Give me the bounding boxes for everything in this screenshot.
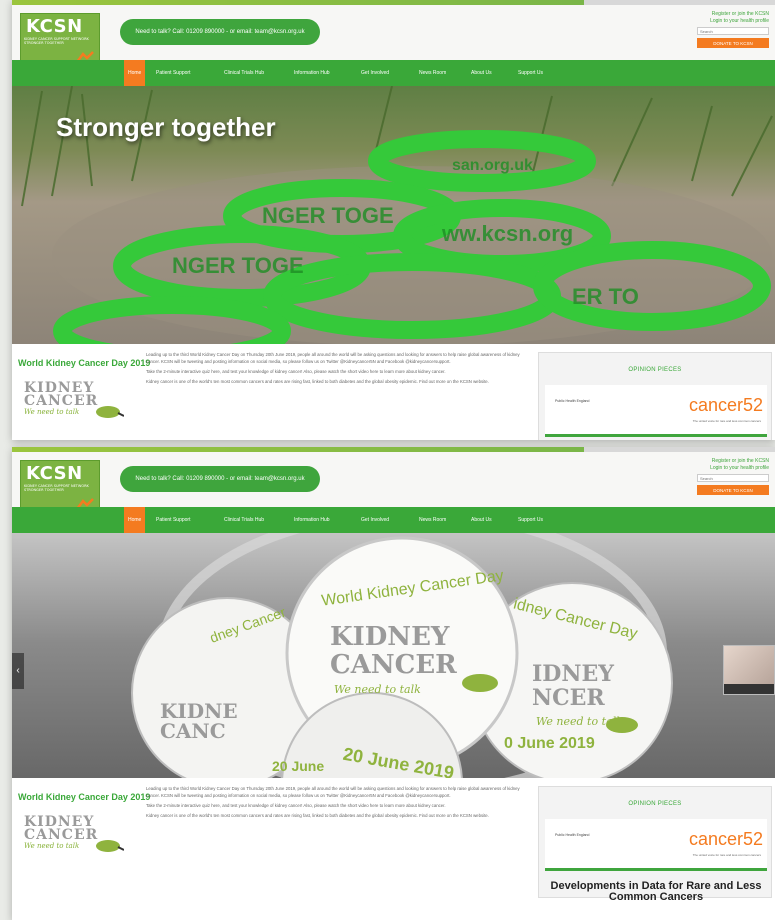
svg-text:ER TO: ER TO [572, 284, 639, 309]
hero-slider[interactable]: NGER TOGE NGER TOGE ww.kcsn.org san.org.… [12, 86, 775, 344]
article-paragraph-3: Kidney cancer is one of the world's ten … [146, 812, 489, 818]
logo-text: KCSN [26, 463, 83, 484]
svg-text:NCER: NCER [532, 685, 605, 711]
thumbnail-caption [724, 684, 774, 694]
nav-information-hub[interactable]: Information Hub [290, 507, 334, 533]
login-link[interactable]: Login to your health profile [689, 465, 769, 472]
kidney-icon [96, 406, 124, 418]
nav-news-room[interactable]: News Room [415, 507, 450, 533]
nav-home[interactable]: Home [124, 60, 146, 86]
kidney-cancer-logo: KIDNEY CANCER We need to talk [24, 815, 124, 872]
opinion-heading: OPINION PIECES [628, 367, 682, 373]
nav-clinical-trials[interactable]: Clinical Trials Hub [220, 507, 268, 533]
website-screenshot-2: KCSN KIDNEY CANCER SUPPORT NETWORK STRON… [12, 447, 775, 920]
svg-text:NGER TOGE: NGER TOGE [262, 203, 394, 228]
content-section: World Kidney Cancer Day 2019 KIDNEY CANC… [12, 778, 775, 903]
site-header: KCSN KIDNEY CANCER SUPPORT NETWORK STRON… [12, 452, 775, 516]
opinion-heading: OPINION PIECES [628, 801, 682, 807]
article-paragraph-3: Kidney cancer is one of the world's ten … [146, 378, 489, 384]
nav-about-us[interactable]: About Us [467, 507, 496, 533]
nav-information-hub[interactable]: Information Hub [290, 60, 334, 86]
svg-text:CANC: CANC [160, 719, 226, 743]
account-panel: Register or join the KCSN Login to your … [689, 11, 769, 48]
svg-text:KIDNEY: KIDNEY [330, 622, 450, 652]
opinion-card[interactable]: Public Health England cancer52 The unite… [545, 385, 767, 437]
hero-title: Stronger together [56, 112, 276, 142]
nav-clinical-trials[interactable]: Clinical Trials Hub [220, 60, 268, 86]
article-paragraph-2: Take the 2-minute interactive quiz here,… [146, 368, 446, 374]
search-input[interactable] [697, 474, 769, 482]
cancer52-tagline: The united voice for rare and less commo… [692, 853, 761, 857]
logo-tagline: STRONGER TOGETHER [24, 41, 64, 46]
website-screenshot-1: KCSN KIDNEY CANCER SUPPORT NETWORK STRON… [12, 0, 775, 440]
opinion-card[interactable]: Public Health England cancer52 The unite… [545, 819, 767, 871]
main-nav: Home Patient Support Clinical Trials Hub… [12, 507, 775, 533]
nav-news-room[interactable]: News Room [415, 60, 450, 86]
content-section: World Kidney Cancer Day 2019 KIDNEY CANC… [12, 344, 775, 440]
article-paragraph-2: Take the 2-minute interactive quiz here,… [146, 802, 446, 808]
nav-patient-support[interactable]: Patient Support [152, 507, 194, 533]
phe-logo: Public Health England [555, 833, 590, 837]
account-panel: Register or join the KCSN Login to your … [689, 458, 769, 495]
cancer52-tagline: The united voice for rare and less commo… [692, 419, 761, 423]
article-body: Leading up to the third World Kidney Can… [146, 352, 526, 389]
thumbnail-image [724, 646, 774, 684]
cancer52-logo: cancer52 [688, 395, 763, 415]
article-paragraph-1: Leading up to the third World Kidney Can… [146, 786, 520, 798]
article-body: Leading up to the third World Kidney Can… [146, 786, 526, 823]
svg-text:0 June 2019: 0 June 2019 [504, 735, 595, 752]
donate-button[interactable]: DONATE TO KCSN [697, 485, 769, 495]
slide-thumbnail[interactable] [723, 645, 775, 695]
opinion-pieces-widget: OPINION PIECES Public Health England can… [538, 352, 772, 440]
badges-photo: KIDNEY CANCER IDNEY NCER KIDNE CANC Worl… [131, 533, 673, 778]
nav-get-involved[interactable]: Get Involved [357, 507, 393, 533]
site-header: KCSN KIDNEY CANCER SUPPORT NETWORK STRON… [12, 5, 775, 69]
login-link[interactable]: Login to your health profile [689, 18, 769, 25]
opinion-title[interactable]: Developments in Data for Rare and Less C… [545, 881, 767, 903]
svg-text:san.org.uk: san.org.uk [452, 157, 533, 174]
article-paragraph-1: Leading up to the third World Kidney Can… [146, 352, 520, 364]
donate-button[interactable]: DONATE TO KCSN [697, 38, 769, 48]
logo-text: KCSN [26, 16, 83, 37]
contact-banner[interactable]: Need to talk? Call: 01209 890000 - or em… [120, 466, 320, 492]
svg-text:NGER TOGE: NGER TOGE [172, 253, 304, 278]
main-nav: Home Patient Support Clinical Trials Hub… [12, 60, 775, 86]
nav-home[interactable]: Home [124, 507, 146, 533]
search-input[interactable] [697, 27, 769, 35]
svg-text:CANCER: CANCER [330, 650, 457, 680]
nav-patient-support[interactable]: Patient Support [152, 60, 194, 86]
nav-support-us[interactable]: Support Us [514, 60, 547, 86]
hero-slider[interactable]: KIDNEY CANCER IDNEY NCER KIDNE CANC Worl… [12, 533, 775, 778]
svg-text:20 June: 20 June [272, 758, 324, 774]
chevron-left-icon[interactable]: ‹ [12, 653, 24, 689]
contact-banner[interactable]: Need to talk? Call: 01209 890000 - or em… [120, 19, 320, 45]
nav-support-us[interactable]: Support Us [514, 507, 547, 533]
cancer52-logo: cancer52 [688, 829, 763, 849]
svg-text:IDNEY: IDNEY [532, 661, 614, 687]
opinion-pieces-widget: OPINION PIECES Public Health England can… [538, 786, 772, 903]
logo-tagline: STRONGER TOGETHER [24, 488, 64, 493]
nav-about-us[interactable]: About Us [467, 60, 496, 86]
article-title[interactable]: World Kidney Cancer Day 2019 [18, 792, 150, 802]
phe-logo: Public Health England [555, 399, 590, 403]
nav-get-involved[interactable]: Get Involved [357, 60, 393, 86]
svg-text:ww.kcsn.org: ww.kcsn.org [441, 221, 573, 246]
kidney-cancer-logo: KIDNEY CANCER We need to talk [24, 381, 124, 438]
svg-text:We need to talk: We need to talk [334, 683, 421, 696]
kidney-icon [96, 840, 124, 852]
article-title[interactable]: World Kidney Cancer Day 2019 [18, 358, 150, 368]
